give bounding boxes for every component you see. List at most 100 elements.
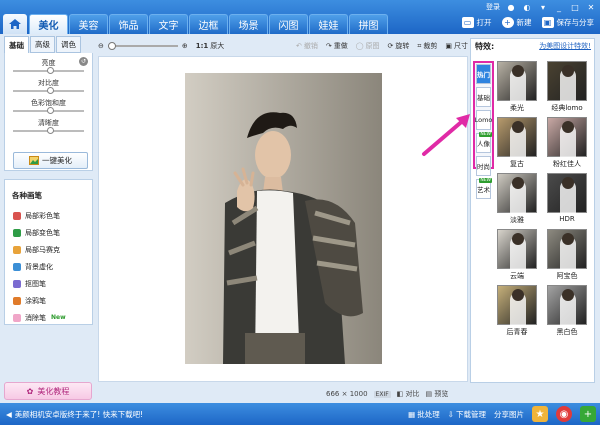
effect-preview-image — [497, 61, 537, 102]
brightness-slider[interactable]: 亮度 — [9, 57, 88, 77]
weibo-icon[interactable]: ● — [506, 2, 516, 12]
subtab-basic[interactable]: 基础 — [4, 36, 29, 53]
photo-preview[interactable] — [185, 73, 382, 364]
add-icon[interactable]: + — [580, 406, 596, 422]
effect-thumbnail[interactable]: 粉红佳人 — [547, 117, 587, 169]
save-button[interactable]: ▣ 保存与分享 — [541, 17, 594, 28]
brushes-title: 各种画笔 — [12, 191, 42, 200]
subtab-color[interactable]: 调色 — [56, 36, 81, 53]
design-effects-link[interactable]: 为美图设计特效! — [539, 41, 591, 51]
subtab-advanced[interactable]: 高级 — [30, 36, 55, 53]
tab-accessories[interactable]: 饰品 — [109, 14, 148, 34]
canvas-area[interactable] — [98, 56, 468, 382]
image-height: 1000 — [349, 390, 368, 398]
crop-button[interactable]: ⌗ 裁剪 — [417, 41, 437, 51]
effect-label: 黑白色 — [556, 328, 578, 336]
tab-collage[interactable]: 拼图 — [349, 14, 388, 34]
share-label: 分享图片 — [494, 409, 524, 419]
effect-label: 复古 — [510, 160, 524, 168]
thumb-head — [512, 65, 524, 77]
new-button[interactable]: + 新建 — [501, 17, 532, 28]
home-icon — [9, 19, 21, 29]
one-key-beautify-button[interactable]: 一键美化 — [13, 152, 88, 169]
share-button[interactable]: 分享图片 — [494, 409, 524, 420]
effect-thumbnail[interactable]: 复古 — [497, 117, 537, 169]
folder-icon: ▭ — [461, 17, 474, 28]
thumb-head — [512, 233, 524, 245]
redo-button[interactable]: ↷ 重做 — [326, 41, 348, 51]
zoom-in-icon[interactable]: ⊕ — [182, 42, 188, 50]
brush-doodle[interactable]: 涂鸦笔 — [9, 292, 88, 309]
tab-beauty[interactable]: 美容 — [69, 14, 108, 34]
star-icon[interactable]: ★ — [532, 406, 548, 422]
brush-bg-blur[interactable]: 背景虚化 — [9, 258, 88, 275]
brush-mosaic[interactable]: 局部马赛克 — [9, 241, 88, 258]
skin-icon[interactable]: ◐ — [522, 2, 532, 12]
batch-button[interactable]: ▦ 批处理 — [408, 409, 440, 420]
tab-frame[interactable]: 边框 — [189, 14, 228, 34]
menu-icon[interactable]: ▾ — [538, 2, 548, 12]
thumb-head — [562, 65, 574, 77]
brush-local-color[interactable]: 局部彩色笔 — [9, 207, 88, 224]
maximize-icon[interactable]: □ — [570, 2, 580, 12]
effect-category-5[interactable]: 艺术 NEW — [476, 178, 492, 199]
news-ticker[interactable]: ◀ 美颜相机安卓版终于来了! 快来下载吧! — [6, 409, 143, 420]
tab-beautify[interactable]: 美化 — [29, 14, 68, 34]
minimize-icon[interactable]: _ — [554, 2, 564, 12]
category-label: 基础 — [477, 94, 490, 102]
canvas-status: 666 × 1000 EXIF ◧ 对比 ▤ 预览 — [326, 389, 448, 399]
effect-category-1[interactable]: 基础 — [476, 87, 491, 107]
slider-handle[interactable] — [47, 127, 54, 134]
contrast-slider[interactable]: 对比度 — [9, 77, 88, 97]
weibo-share-icon[interactable]: ◉ — [556, 406, 572, 422]
zoom-handle[interactable] — [107, 42, 116, 50]
compare-button[interactable]: ◧ 对比 — [397, 389, 420, 399]
undo-button[interactable]: ↶ 撤销 — [296, 41, 318, 51]
slider-handle[interactable] — [47, 87, 54, 94]
home-button[interactable] — [3, 14, 27, 34]
tab-text[interactable]: 文字 — [149, 14, 188, 34]
tab-doll[interactable]: 娃娃 — [309, 14, 348, 34]
effect-category-0[interactable]: 热门 — [476, 64, 491, 84]
zoom-slider[interactable] — [107, 42, 178, 50]
effect-thumbnail[interactable]: 云端 — [497, 229, 537, 281]
tutorial-label: 美化教程 — [37, 386, 70, 396]
effects-title: 特效: — [475, 41, 495, 51]
effect-thumbnail[interactable]: HDR — [547, 173, 587, 223]
brush-eraser[interactable]: 消除笔 New — [9, 309, 88, 326]
preview-button[interactable]: ▤ 预览 — [426, 389, 449, 399]
brush-icon — [13, 228, 21, 237]
effect-label: 淡雅 — [510, 216, 524, 224]
tutorial-button[interactable]: ✿ 美化教程 — [4, 382, 92, 400]
exif-button[interactable]: EXIF — [373, 390, 391, 398]
close-icon[interactable]: ✕ — [586, 2, 596, 12]
tab-scene[interactable]: 场景 — [229, 14, 268, 34]
size-button[interactable]: ▣ 尺寸 — [445, 41, 468, 51]
brush-label: 消除笔 — [25, 313, 46, 322]
zoom-out-icon[interactable]: ⊖ — [98, 42, 104, 50]
open-button[interactable]: ▭ 打开 — [461, 17, 492, 28]
effect-thumbnail[interactable]: 黑白色 — [547, 285, 587, 337]
crop-label: 裁剪 — [423, 42, 438, 50]
effect-thumbnail[interactable]: 阿宝色 — [547, 229, 587, 281]
brush-local-recolor[interactable]: 局部变色笔 — [9, 224, 88, 241]
brush-cutout[interactable]: 抠图笔 — [9, 275, 88, 292]
original-size-button[interactable]: 1:1 原大 — [196, 41, 225, 51]
effect-label: 粉红佳人 — [553, 160, 581, 168]
sharpness-slider[interactable]: 清晰度 — [9, 117, 88, 137]
login-link[interactable]: 登录 — [486, 2, 500, 12]
effect-thumbnail[interactable]: 经典lomo — [547, 61, 587, 113]
download-button[interactable]: ⇩ 下载管理 — [448, 409, 486, 420]
effect-thumbnail[interactable]: 淡雅 — [497, 173, 537, 225]
slider-handle[interactable] — [47, 67, 54, 74]
effect-thumbnail[interactable]: 柔光 — [497, 61, 537, 113]
image-width: 666 — [326, 390, 340, 398]
tab-flash[interactable]: 闪图 — [269, 14, 308, 34]
effect-thumbnail[interactable]: 后青春 — [497, 285, 537, 337]
saturation-slider[interactable]: 色彩饱和度 — [9, 97, 88, 117]
origin-button[interactable]: ◯ 原图 — [356, 41, 380, 51]
effect-category-4[interactable]: 时尚 — [476, 156, 491, 176]
rotate-button[interactable]: ⟳ 旋转 — [388, 41, 410, 51]
effect-preview-image — [497, 229, 537, 270]
slider-handle[interactable] — [47, 107, 54, 114]
